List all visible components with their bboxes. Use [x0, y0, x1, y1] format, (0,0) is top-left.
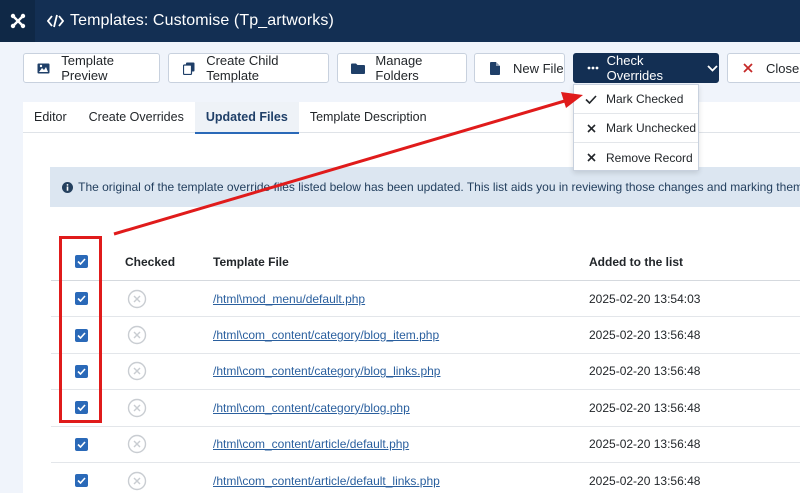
- added-date: 2025-02-20 13:56:48: [589, 364, 701, 379]
- unchecked-state-icon: [127, 471, 147, 490]
- added-date: 2025-02-20 13:56:48: [589, 400, 701, 415]
- menu-item-mark-unchecked[interactable]: Mark Unchecked: [574, 114, 698, 143]
- added-date: 2025-02-20 13:56:48: [589, 437, 701, 452]
- unchecked-state-icon: [127, 325, 147, 345]
- table-header-row: Checked Template File Added to the list: [51, 243, 800, 281]
- manage-folders-label: Manage Folders: [375, 53, 423, 83]
- create-child-template-button[interactable]: Create Child Template: [168, 53, 329, 83]
- check-icon: [585, 94, 597, 104]
- app-header: Templates: Customise (Tp_artworks): [0, 0, 800, 42]
- menu-item-label: Mark Unchecked: [606, 121, 697, 135]
- added-date: 2025-02-20 13:56:48: [589, 473, 701, 488]
- folder-icon: [350, 63, 365, 74]
- row-checkbox[interactable]: [75, 474, 88, 488]
- template-file-link[interactable]: /html\com_content/category/blog_item.php: [213, 328, 439, 342]
- code-icon: [47, 14, 64, 28]
- template-file-link[interactable]: /html\com_content/article/default_links.…: [213, 474, 440, 488]
- table-row: /html\com_content/category/blog_item.php…: [51, 317, 800, 354]
- table-row: /html\com_content/category/blog.php 2025-…: [51, 390, 800, 427]
- info-icon: [62, 169, 73, 207]
- tab-editor[interactable]: Editor: [23, 102, 78, 133]
- tab-create-overrides[interactable]: Create Overrides: [78, 102, 195, 133]
- template-file-link[interactable]: /html\com_content/category/blog_links.ph…: [213, 364, 440, 378]
- tab-template-description[interactable]: Template Description: [299, 102, 438, 133]
- menu-item-label: Mark Checked: [606, 92, 684, 106]
- close-icon: [585, 123, 597, 133]
- column-header-added[interactable]: Added to the list: [589, 243, 683, 280]
- ellipsis-icon: [586, 66, 601, 70]
- table-row: /html\com_content/article/default.php 202…: [51, 427, 800, 463]
- template-file-link[interactable]: /html\com_content/article/default.php: [213, 437, 409, 451]
- check-overrides-button[interactable]: Check Overrides: [573, 53, 719, 83]
- column-header-template-file[interactable]: Template File: [213, 243, 289, 280]
- info-alert: The original of the template override fi…: [50, 167, 800, 207]
- info-text: The original of the template override fi…: [78, 180, 800, 194]
- close-button[interactable]: Close: [727, 53, 800, 83]
- row-checkbox[interactable]: [75, 437, 88, 451]
- menu-item-mark-checked[interactable]: Mark Checked: [574, 85, 698, 114]
- close-label: Close: [766, 60, 800, 76]
- new-file-label: New File: [513, 60, 564, 76]
- table-row: /html\mod_menu/default.php 2025-02-20 13:…: [51, 281, 800, 318]
- column-header-checked[interactable]: Checked: [125, 243, 175, 280]
- template-file-link[interactable]: /html\com_content/category/blog.php: [213, 401, 410, 415]
- template-file-link[interactable]: /html\mod_menu/default.php: [213, 292, 365, 306]
- copy-icon: [181, 62, 196, 75]
- unchecked-state-icon: [127, 398, 147, 418]
- menu-item-label: Remove Record: [606, 150, 693, 165]
- check-overrides-label: Check Overrides: [606, 53, 663, 83]
- image-icon: [36, 63, 51, 74]
- added-date: 2025-02-20 13:56:48: [589, 328, 701, 343]
- unchecked-state-icon: [127, 289, 147, 308]
- create-child-template-label: Create Child Template: [206, 53, 279, 83]
- unchecked-state-icon: [127, 362, 147, 381]
- template-preview-label: Template Preview: [61, 53, 114, 83]
- updated-files-table: Checked Template File Added to the list …: [51, 243, 800, 493]
- manage-folders-button[interactable]: Manage Folders: [337, 53, 467, 83]
- unchecked-state-icon: [127, 435, 147, 454]
- close-icon: [585, 153, 597, 162]
- new-file-button[interactable]: New File: [474, 53, 565, 83]
- menu-item-remove-record[interactable]: Remove Record: [574, 143, 698, 172]
- table-row: /html\com_content/category/blog_links.ph…: [51, 354, 800, 391]
- table-row: /html\com_content/article/default_links.…: [51, 463, 800, 493]
- joomla-logo-icon[interactable]: [0, 0, 35, 42]
- close-icon: [740, 63, 756, 73]
- page-title: Templates: Customise (Tp_artworks): [70, 12, 334, 29]
- template-preview-button[interactable]: Template Preview: [23, 53, 160, 83]
- chevron-down-icon: [707, 64, 718, 72]
- tab-updated-files[interactable]: Updated Files: [194, 102, 299, 134]
- check-overrides-menu: Mark Checked Mark Unchecked Remove Recor…: [573, 84, 699, 171]
- annotation-highlight-box: [59, 236, 102, 423]
- file-icon: [487, 61, 503, 75]
- added-date: 2025-02-20 13:54:03: [589, 291, 701, 306]
